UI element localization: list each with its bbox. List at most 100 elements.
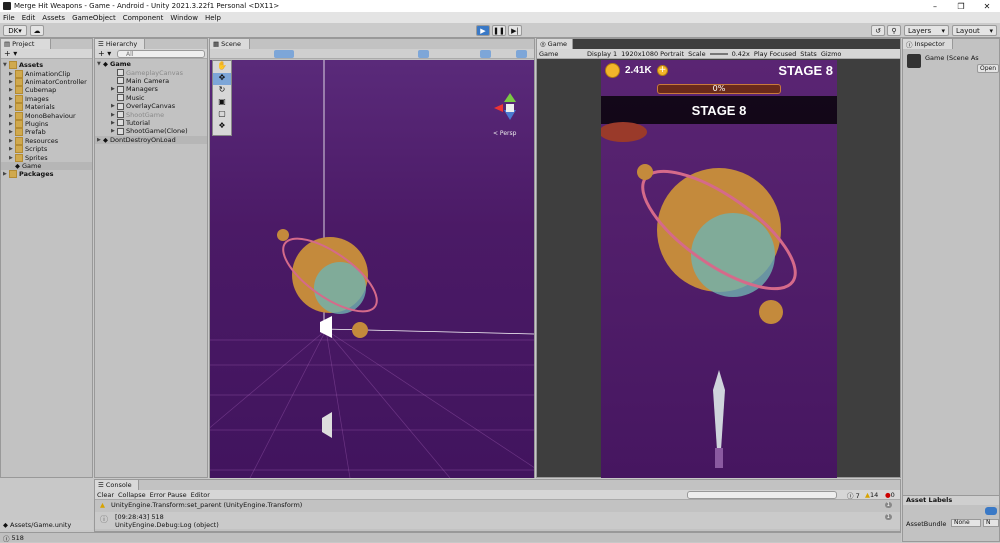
stats-button[interactable]: Stats [800,50,817,58]
open-button[interactable]: Open [977,64,999,73]
tab-inspector[interactable]: ⓘ Inspector [903,39,953,49]
unity-asset-icon [907,54,921,68]
scene-canvas[interactable]: < Persp ✋ ✥ ↻ ▣ ▢ ❖ [210,60,534,478]
menu-edit[interactable]: Edit [22,14,36,22]
display-dropdown[interactable]: Display 1 [587,50,617,58]
close-icon[interactable]: ✕ [974,0,1000,12]
folder-tab-icon: ▤ [4,40,11,48]
tab-console[interactable]: ☰ Console [95,480,139,490]
unity-scene-icon: ◆ [103,60,108,69]
cloud-icon[interactable]: ☁ [30,25,44,36]
hierarchy-item[interactable]: Music [95,94,207,102]
asset-labels-header[interactable]: Asset Labels [903,495,999,505]
menu-help[interactable]: Help [205,14,221,22]
game-mode-dropdown[interactable]: Game [539,50,583,58]
tree-folder[interactable]: ▶ Cubemap [1,86,92,95]
layers-dropdown[interactable]: Layers ▾ [904,25,949,36]
project-toolbar: + ▾ [1,49,92,59]
window-title: Merge Hit Weapons - Game - Android - Uni… [14,2,280,10]
tree-folder[interactable]: ▶ MonoBehaviour [1,111,92,120]
asset-label-tag-icon[interactable] [985,507,997,515]
hierarchy-item[interactable]: ▶ Managers [95,85,207,93]
minimize-icon[interactable]: – [922,0,948,12]
tree-folder[interactable]: ▶ Plugins [1,119,92,128]
undo-history-icon[interactable]: ↺ [871,25,885,36]
console-log-row[interactable]: ▲ UnityEngine.Transform:set_parent (Unit… [95,500,900,510]
tab-game[interactable]: ◎ Game [537,39,573,49]
add-icon[interactable]: + ▾ [98,49,111,58]
tree-folder[interactable]: ▶ AnimationClip [1,69,92,78]
hierarchy-item[interactable]: ▶ ShootGame [95,110,207,119]
tree-folder[interactable]: ▶ Materials [1,103,92,112]
tab-project[interactable]: ▤ Project [1,39,51,49]
layout-dropdown[interactable]: Layout ▾ [952,25,997,36]
hierarchy-item[interactable]: Main Camera [95,77,207,85]
tree-packages[interactable]: ▶ Packages [1,170,92,179]
folder-icon [9,170,17,179]
menu-file[interactable]: File [3,14,15,22]
hierarchy-scene-root[interactable]: ▼ ◆ Game [95,60,207,68]
hierarchy-item[interactable]: ▶ Tutorial [95,119,207,127]
play-focused-dropdown[interactable]: Play Focused [754,50,796,58]
gameobject-icon [117,94,124,102]
add-icon[interactable]: + ▾ [4,49,17,58]
tree-folder[interactable]: ▶ AnimatorController [1,77,92,86]
hand-tool-icon[interactable]: ✋ [213,61,231,73]
console-search-input[interactable] [687,491,837,499]
menu-component[interactable]: Component [123,14,164,22]
project-panel: ▤ Project + ▾ ▼ Assets ▶ AnimationClip ▶ Ani… [0,38,93,478]
grid-icon: ▦ [213,40,220,48]
menu-assets[interactable]: Assets [42,14,65,22]
tree-folder[interactable]: ▶ Resources [1,136,92,145]
asset-bundle-label: AssetBundle [906,520,947,528]
hierarchy-item[interactable]: ▶ OverlayCanvas [95,102,207,110]
tree-folder[interactable]: ▶ Prefab [1,128,92,137]
tree-folder[interactable]: ▶ Images [1,94,92,103]
maximize-icon[interactable]: ❐ [948,0,974,12]
move-tool-icon[interactable]: ✥ [213,73,231,85]
hierarchy-item[interactable]: GameplayCanvas [95,68,207,77]
pause-button[interactable]: ❚❚ [492,25,506,36]
2d-toggle-button[interactable] [418,50,429,58]
menu-window[interactable]: Window [170,14,198,22]
tree-folder[interactable]: ▶ Scripts [1,145,92,154]
game-canvas[interactable]: 2.41K + STAGE 8 0% STAGE 8 [601,60,837,478]
hierarchy-item[interactable]: ▶ ShootGame(Clone) [95,127,207,135]
log-count-info[interactable]: ⓘ 7 [847,490,860,500]
tool-handle-button[interactable] [274,50,294,58]
search-icon[interactable]: ⚲ [887,25,901,36]
scale-slider[interactable] [709,52,728,55]
tree-assets[interactable]: ▼ Assets [1,61,92,70]
error-pause-button[interactable]: Error Pause [150,491,187,499]
account-dropdown[interactable]: DK ▾ [3,25,27,36]
asset-variant-dropdown[interactable]: N [983,519,999,527]
transform-tool-icon[interactable]: ❖ [213,121,231,133]
editor-dropdown[interactable]: Editor [191,491,210,499]
tree-scene-asset[interactable]: ◆ Game [1,161,92,171]
console-log-row-stack[interactable]: UnityEngine.Debug:Log (object) [95,520,900,529]
main-toolbar: DK ▾ ☁ ▶ ❚❚ ▶| ↺ ⚲ Layers ▾ Layout ▾ [0,23,1000,38]
camera-button[interactable] [516,50,527,58]
tree-folder[interactable]: ▶ Sprites [1,153,92,162]
tab-hierarchy[interactable]: ☰ Hierarchy [95,39,145,49]
gizmo-toggle-button[interactable] [480,50,491,58]
asset-bundle-dropdown[interactable]: None [951,519,981,527]
log-count-warn[interactable]: ▲14 [865,491,878,499]
gizmos-button[interactable]: Gizmo [821,50,842,58]
gameobject-icon [117,69,124,77]
rotate-tool-icon[interactable]: ↻ [213,85,231,97]
tab-scene[interactable]: ▦ Scene [210,39,250,49]
resolution-dropdown[interactable]: 1920x1080 Portrait [621,50,684,58]
folder-icon [15,103,23,112]
hierarchy-search-input[interactable] [117,50,205,58]
rect-tool-icon[interactable]: ▢ [213,109,231,121]
hierarchy-ddol[interactable]: ▶ ◆ DontDestroyOnLoad [95,135,207,144]
step-button[interactable]: ▶| [508,25,522,36]
log-count-error[interactable]: ●0 [885,491,895,499]
scale-tool-icon[interactable]: ▣ [213,97,231,109]
play-button[interactable]: ▶ [476,25,490,36]
clear-button[interactable]: Clear [97,491,114,499]
menu-gameobject[interactable]: GameObject [72,14,116,22]
collapse-button[interactable]: Collapse [118,491,146,499]
persp-label[interactable]: < Persp [493,130,516,137]
